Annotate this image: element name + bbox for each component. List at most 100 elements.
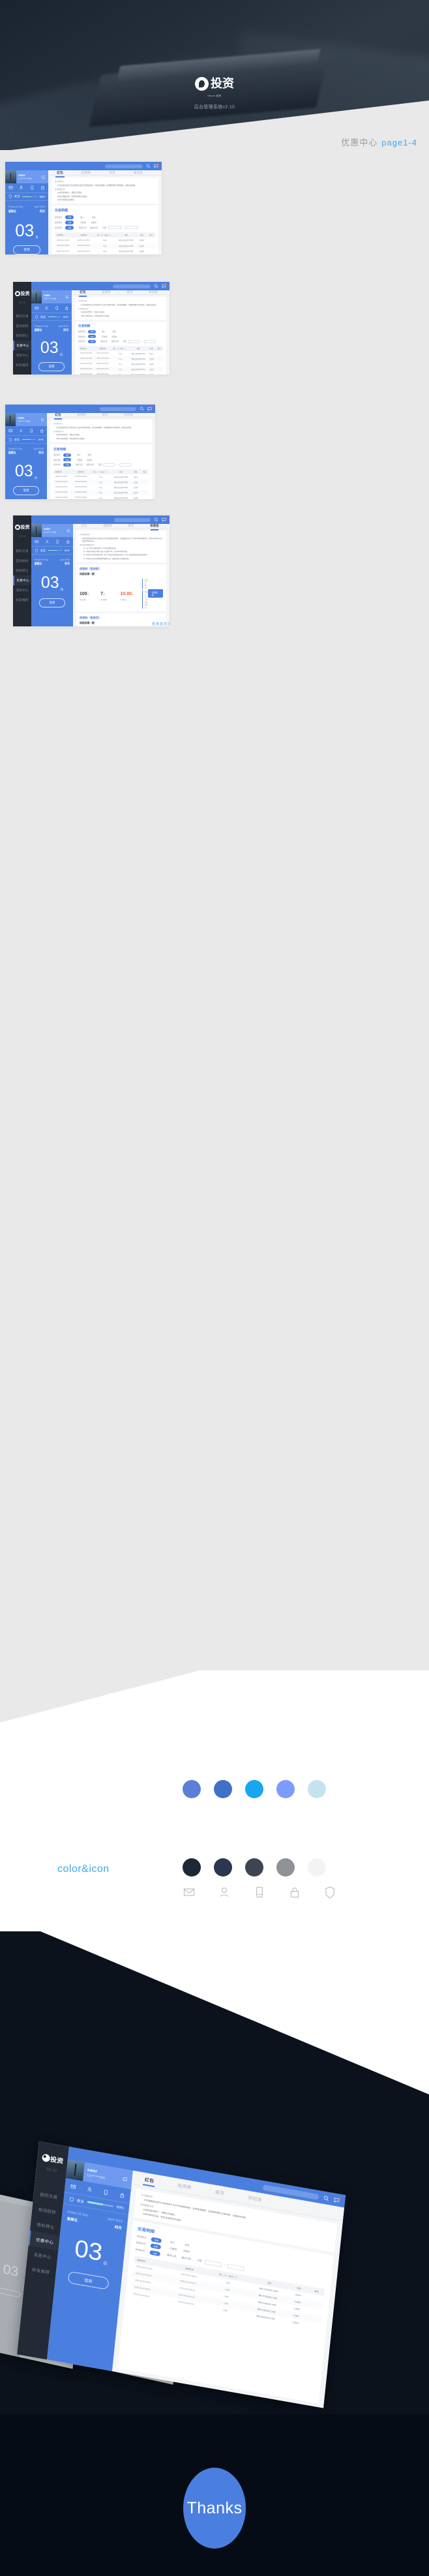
cell-status[interactable]: 冻结中: [147, 351, 156, 356]
tab-tiyanjin[interactable]: 体验金: [244, 2194, 265, 2203]
tab-hongbao[interactable]: 红包: [77, 524, 91, 528]
filter-option[interactable]: 最近七天: [100, 340, 108, 343]
filter-option[interactable]: 最近七天: [76, 463, 83, 466]
filter-option[interactable]: 冻结中: [91, 221, 96, 224]
filter-option[interactable]: 已使用: [102, 335, 107, 338]
sidebar-item-promo-center[interactable]: 优惠中心: [13, 341, 31, 350]
tab-diyongquan[interactable]: 抵用券: [78, 170, 94, 175]
tab-yidai[interactable]: 易贷: [124, 524, 138, 528]
filter-option[interactable]: 收入: [77, 453, 80, 456]
filter-option[interactable]: 支出: [92, 216, 96, 219]
table-row[interactable]: 2015.04.03 09:012015.04.03 09:01-10元期权交易…: [78, 351, 163, 356]
filter-option[interactable]: 最近七天: [167, 2254, 177, 2258]
tab-hongbao[interactable]: 红包: [76, 290, 90, 297]
date-to-input[interactable]: [119, 463, 132, 467]
table-row[interactable]: 2015.04.03 09:012015.04.03 09:01-10元期权交易…: [55, 243, 155, 249]
tab-tiyanjin[interactable]: 体验金: [121, 413, 136, 417]
signin-button[interactable]: 签到: [13, 245, 40, 254]
search-input[interactable]: [100, 406, 136, 411]
tab-diyongquan[interactable]: 抵用券: [100, 524, 115, 528]
search-icon[interactable]: [146, 164, 151, 168]
tab-yidai[interactable]: 易贷: [104, 170, 120, 175]
filter-option[interactable]: 最近15天: [90, 226, 98, 229]
lock-icon[interactable]: [65, 306, 69, 311]
edit-icon[interactable]: [65, 295, 70, 299]
search-input[interactable]: [105, 164, 143, 168]
filter-option[interactable]: 最近七天: [79, 226, 86, 229]
lock-icon[interactable]: [40, 185, 45, 190]
filter-option[interactable]: 收入: [102, 330, 105, 333]
sidebar-item-message-center[interactable]: 消息中心: [13, 585, 31, 595]
signin-button[interactable]: 签到: [67, 2271, 110, 2290]
table-row[interactable]: 2015.04.03 09:012015.04.03 09:01-10元期权交易…: [53, 489, 149, 495]
tab-diyongquan[interactable]: 抵用券: [74, 413, 89, 417]
table-row[interactable]: 2015.04.03 09:012015.04.03 09:01-10元期权交易…: [53, 474, 149, 480]
signin-button[interactable]: 签到: [38, 362, 65, 371]
tab-yidai[interactable]: 易贷: [98, 413, 112, 417]
search-icon[interactable]: [140, 406, 144, 411]
date-to-input[interactable]: [125, 226, 139, 230]
invest-button[interactable]: 立即投资: [147, 589, 164, 598]
search-input[interactable]: [114, 517, 151, 522]
filter-chip-selected[interactable]: 全部: [151, 2237, 162, 2244]
filter-chip-selected[interactable]: 全部: [88, 339, 96, 343]
filter-chip-selected[interactable]: 全部: [65, 221, 74, 224]
cell-status[interactable]: 冻结中: [131, 474, 141, 480]
date-to-input[interactable]: [227, 2263, 245, 2271]
user-icon[interactable]: [19, 429, 23, 433]
filter-chip-selected[interactable]: 全部: [149, 2250, 161, 2256]
phone-icon[interactable]: [29, 429, 34, 433]
search-icon[interactable]: [154, 284, 158, 288]
date-from-input[interactable]: [204, 2260, 222, 2267]
signin-button[interactable]: 签到: [13, 486, 39, 495]
date-from-input[interactable]: [108, 226, 121, 230]
phone-icon[interactable]: [55, 540, 60, 544]
table-row[interactable]: 2015.04.03 09:012015.04.03 09:01-10元期权交易…: [55, 249, 155, 254]
date-from-input[interactable]: [128, 340, 140, 343]
mail-icon[interactable]: [8, 185, 13, 190]
filter-option[interactable]: 已使用: [77, 459, 82, 461]
table-row[interactable]: 2015.04.03 09:012015.04.03 09:01-10元期权交易…: [53, 485, 149, 490]
user-icon[interactable]: [86, 2186, 93, 2192]
filter-chip-selected[interactable]: 全部: [65, 226, 74, 230]
edit-icon[interactable]: [41, 175, 46, 179]
sidebar-item-claim-transfer[interactable]: 债权转让: [13, 566, 31, 575]
table-row[interactable]: 2015.04.03 09:012015.04.03 09:01-10元期权交易…: [53, 495, 149, 500]
mail-icon[interactable]: [35, 540, 39, 544]
lock-icon[interactable]: [40, 429, 44, 433]
edit-icon[interactable]: [122, 2175, 128, 2182]
sidebar-item-message-center[interactable]: 消息中心: [13, 350, 31, 360]
filter-option[interactable]: 冻结中: [111, 335, 117, 338]
mail-icon[interactable]: [70, 2183, 76, 2190]
filter-chip-selected[interactable]: 全部: [63, 458, 72, 462]
filter-chip-selected[interactable]: 全部: [88, 335, 96, 339]
cell-status[interactable]: 冻结中: [136, 238, 147, 243]
filter-chip-selected[interactable]: 全部: [65, 215, 74, 219]
edit-icon[interactable]: [67, 529, 71, 533]
filter-chip-selected[interactable]: 全部: [150, 2243, 162, 2250]
tab-tiyanjin[interactable]: 体验金: [147, 524, 162, 530]
mail-icon[interactable]: [35, 306, 39, 311]
filter-option[interactable]: 已使用: [170, 2248, 177, 2252]
sidebar-item-my-trades[interactable]: 我的交易: [13, 546, 31, 556]
search-icon[interactable]: [154, 517, 158, 522]
tab-hongbao[interactable]: 红包: [52, 170, 68, 177]
tab-tiyanjin[interactable]: 体验金: [146, 290, 160, 294]
table-row[interactable]: 2015.04.03 09:012015.04.03 09:01-10元期权交易…: [78, 361, 163, 367]
tab-diyongquan[interactable]: 抵用券: [173, 2181, 195, 2191]
filter-option[interactable]: 收入: [80, 216, 84, 219]
date-from-input[interactable]: [103, 463, 115, 467]
tab-hongbao[interactable]: 红包: [138, 2175, 160, 2185]
tab-yidai[interactable]: 易贷: [123, 290, 137, 294]
search-icon[interactable]: [323, 2195, 330, 2201]
search-input[interactable]: [113, 284, 151, 288]
table-row[interactable]: 2015.04.03 09:012015.04.03 09:01-10元期权交易…: [78, 366, 163, 372]
table-row[interactable]: 2015.04.03 09:012015.04.03 09:01-10元期权交易…: [55, 238, 155, 243]
edit-icon[interactable]: [40, 418, 45, 422]
user-icon[interactable]: [44, 306, 49, 311]
tab-tiyanjin[interactable]: 体验金: [130, 170, 146, 175]
filter-option[interactable]: 支出: [185, 2243, 190, 2247]
table-row[interactable]: 2015.04.03 09:012015.04.03 09:01-10元期权交易…: [78, 372, 163, 375]
lock-icon[interactable]: [66, 540, 70, 544]
filter-option[interactable]: 冻结中: [183, 2250, 190, 2254]
